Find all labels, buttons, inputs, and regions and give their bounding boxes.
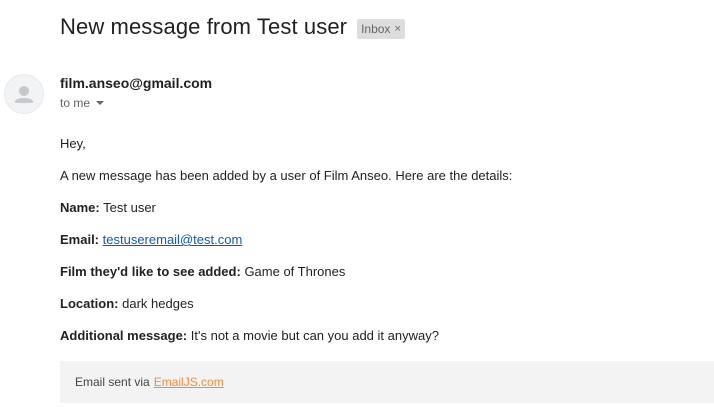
additional-message-row: Additional message: It's not a movie but… <box>60 329 710 343</box>
emailjs-link[interactable]: EmailJS.com <box>154 375 224 389</box>
chevron-down-icon[interactable] <box>96 101 105 105</box>
email-subject: New message from Test user <box>60 14 348 39</box>
name-label: Name: <box>60 200 100 215</box>
email-link[interactable]: testuseremail@test.com <box>103 232 243 247</box>
location-label: Location: <box>60 296 119 311</box>
additional-message-value: It's not a movie but can you add it anyw… <box>190 328 439 343</box>
email-footer: Email sent via EmailJS.com <box>60 361 714 403</box>
name-value: Test user <box>103 200 156 215</box>
additional-message-label: Additional message: <box>60 328 188 343</box>
email-row: Email: testuseremail@test.com <box>60 233 710 247</box>
person-icon <box>15 86 33 103</box>
footer-text: Email sent via <box>75 375 150 389</box>
inbox-label-chip[interactable]: Inbox × <box>357 18 405 39</box>
location-row: Location: dark hedges <box>60 297 710 311</box>
intro-text: A new message has been added by a user o… <box>60 168 513 183</box>
film-value: Game of Thrones <box>244 264 346 279</box>
name-row: Name: Test user <box>60 201 710 215</box>
sender-avatar[interactable] <box>4 74 44 114</box>
close-icon[interactable]: × <box>394 21 400 37</box>
greeting: Hey, <box>60 136 86 151</box>
email-body: Hey, A new message has been added by a u… <box>60 137 710 361</box>
subject-row: New message from Test user Inbox × <box>60 14 405 40</box>
sender-email[interactable]: film.anseo@gmail.com <box>60 75 212 91</box>
inbox-label-text: Inbox <box>361 21 391 36</box>
recipient-text: to me <box>60 96 91 110</box>
film-row: Film they'd like to see added: Game of T… <box>60 265 710 279</box>
email-label: Email: <box>60 232 100 247</box>
recipient-line[interactable]: to me <box>60 96 105 110</box>
film-label: Film they'd like to see added: <box>60 264 241 279</box>
location-value: dark hedges <box>122 296 194 311</box>
